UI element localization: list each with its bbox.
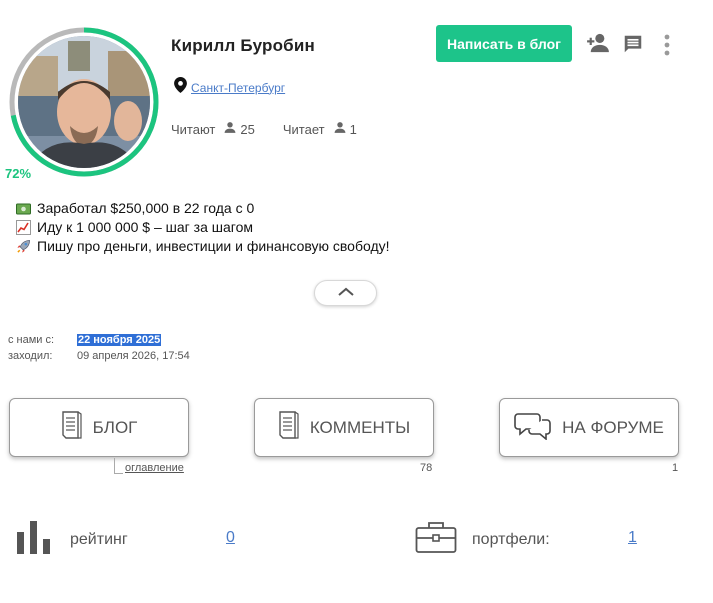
forum-button-label: НА ФОРУМЕ — [562, 417, 664, 437]
dollar-banknote-icon — [16, 201, 31, 216]
bio-line: Иду к 1 000 000 $ – шаг за шагом — [16, 218, 390, 237]
more-vert-icon[interactable] — [662, 33, 672, 57]
blog-button[interactable]: БЛОГ — [9, 398, 189, 457]
portfolio-value[interactable]: 1 — [628, 529, 637, 547]
write-blog-button[interactable]: Написать в блог — [436, 25, 572, 62]
document-icon — [278, 410, 300, 445]
bio-line: Пишу про деньги, инвестиции и финансовую… — [16, 237, 390, 256]
chevron-up-icon — [337, 284, 355, 302]
person-icon — [333, 121, 347, 137]
comments-button[interactable]: КОММЕНТЫ — [254, 398, 434, 457]
rating-value[interactable]: 0 — [226, 529, 235, 547]
followers-label: Читают — [171, 121, 216, 137]
rating-row: рейтинг — [16, 520, 128, 559]
rating-label: рейтинг — [70, 530, 128, 548]
location: Санкт-Петербург — [174, 77, 285, 98]
followers[interactable]: Читают 25 — [171, 121, 255, 137]
person-icon — [223, 121, 237, 137]
following-count: 1 — [349, 121, 357, 137]
document-icon — [61, 410, 83, 445]
blog-toc-link[interactable]: оглавление — [114, 458, 184, 474]
forum-count: 1 — [672, 462, 679, 474]
rocket-icon — [16, 239, 31, 254]
portfolio-label: портфели: — [472, 530, 550, 548]
bar-chart-icon — [16, 520, 52, 559]
bio: Заработал $250,000 в 22 года с 0 Иду к 1… — [16, 199, 390, 256]
forum-button[interactable]: НА ФОРУМЕ — [499, 398, 679, 457]
avatar-photo — [18, 36, 150, 168]
visited-label: заходил: — [8, 350, 53, 362]
chat-bubbles-icon — [514, 410, 552, 445]
follow-stats: Читают 25 Читает 1 — [171, 121, 385, 137]
joined-date: 22 ноября 2025 — [77, 334, 162, 346]
location-link[interactable]: Санкт-Петербург — [191, 81, 285, 95]
following[interactable]: Читает 1 — [283, 121, 357, 137]
bio-line: Заработал $250,000 в 22 года с 0 — [16, 199, 390, 218]
member-meta: с нами с: 22 ноября 2025 заходил: 09 апр… — [8, 332, 190, 364]
message-icon[interactable] — [622, 33, 644, 55]
following-label: Читает — [282, 121, 325, 137]
avatar[interactable]: 72% — [5, 26, 160, 181]
chart-up-icon — [16, 220, 31, 235]
joined-label: с нами с: — [8, 334, 55, 346]
blog-button-label: БЛОГ — [92, 417, 138, 437]
portfolio-row: портфели: — [415, 520, 550, 559]
comments-button-label: КОММЕНТЫ — [309, 417, 411, 437]
collapse-bio-button[interactable] — [314, 280, 377, 306]
location-pin-icon — [174, 77, 187, 98]
comments-count: 78 — [420, 462, 433, 474]
followers-count: 25 — [240, 121, 255, 137]
completion-percent: 72% — [5, 166, 32, 181]
profile-name: Кирилл Буробин — [171, 36, 315, 55]
visited-date: 09 апреля 2026, 17:54 — [77, 350, 190, 362]
add-person-icon[interactable] — [586, 33, 610, 53]
briefcase-icon — [415, 520, 457, 559]
